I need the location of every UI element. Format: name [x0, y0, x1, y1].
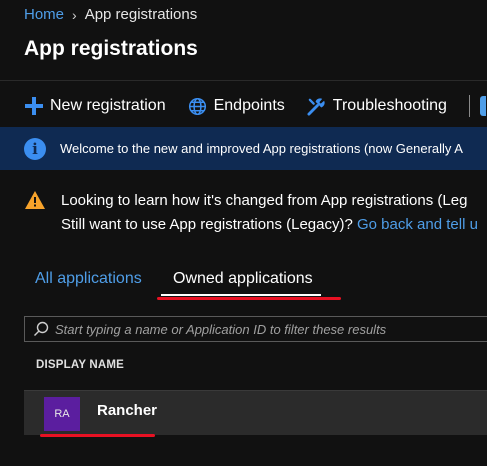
tab-owned-applications[interactable]: Owned applications	[173, 270, 313, 288]
header-divider	[0, 80, 487, 81]
filter-search-box[interactable]	[24, 316, 487, 342]
info-icon: i	[24, 137, 46, 160]
table-row[interactable]: RA Rancher	[24, 390, 487, 435]
wrench-icon	[307, 96, 327, 116]
warning-line-2-text: Still want to use App registrations (Leg…	[61, 216, 357, 233]
overflow-item-icon[interactable]	[479, 96, 486, 116]
red-highlight-underline	[40, 434, 155, 437]
go-back-link[interactable]: Go back and tell u	[357, 216, 478, 233]
endpoints-button[interactable]: Endpoints	[188, 96, 285, 116]
endpoints-label: Endpoints	[213, 97, 285, 114]
tab-all-applications[interactable]: All applications	[35, 270, 142, 288]
breadcrumb-home-link[interactable]: Home	[24, 6, 64, 23]
search-icon	[34, 321, 49, 336]
breadcrumb-current: App registrations	[84, 6, 198, 23]
filter-search-input[interactable]	[53, 320, 477, 338]
breadcrumb: Home › App registrations	[24, 6, 197, 23]
red-highlight-underline	[157, 297, 341, 300]
info-banner: i Welcome to the new and improved App re…	[0, 127, 487, 170]
chevron-right-icon: ›	[72, 6, 77, 23]
column-header-display-name[interactable]: DISPLAY NAME	[36, 359, 124, 371]
app-name-link[interactable]: Rancher	[97, 402, 157, 419]
warning-icon	[25, 191, 45, 209]
new-registration-label: New registration	[50, 97, 166, 114]
globe-icon	[188, 96, 208, 116]
avatar: RA	[44, 397, 80, 431]
warning-line-2: Still want to use App registrations (Leg…	[61, 216, 478, 233]
new-registration-button[interactable]: New registration	[24, 96, 166, 116]
toolbar-separator	[468, 95, 470, 117]
info-banner-text: Welcome to the new and improved App regi…	[60, 141, 463, 156]
warning-line-1: Looking to learn how it's changed from A…	[61, 192, 468, 209]
active-tab-underline	[161, 294, 321, 296]
troubleshooting-label: Troubleshooting	[332, 97, 447, 114]
troubleshooting-button[interactable]: Troubleshooting	[307, 96, 447, 116]
toolbar: New registration Endpoints Troubleshooti…	[24, 95, 486, 117]
plus-icon	[24, 96, 44, 116]
page-title: App registrations	[24, 37, 198, 60]
